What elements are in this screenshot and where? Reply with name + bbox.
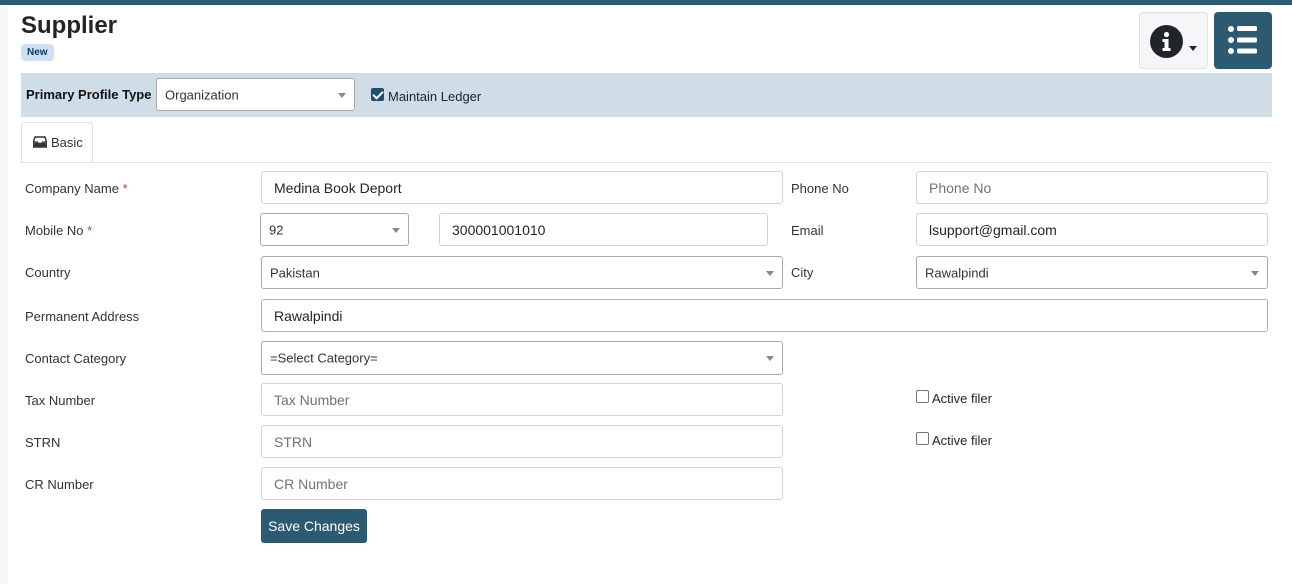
caret-down-icon bbox=[766, 356, 774, 361]
company-name-label: Company Name * bbox=[25, 181, 128, 196]
cr-number-input[interactable] bbox=[261, 467, 783, 500]
caret-down-icon bbox=[1189, 46, 1197, 51]
page-title: Supplier bbox=[21, 12, 118, 39]
contact-category-label: Contact Category bbox=[25, 351, 127, 366]
caret-down-icon bbox=[338, 92, 346, 98]
phone-no-input[interactable] bbox=[916, 171, 1268, 204]
caret-down-icon bbox=[392, 227, 400, 233]
left-gutter bbox=[0, 5, 8, 584]
city-select[interactable]: Rawalpindi bbox=[916, 256, 1268, 289]
strn-active-filer-checkbox[interactable] bbox=[916, 432, 929, 445]
caret-down-icon bbox=[766, 270, 774, 276]
tax-number-label: Tax Number bbox=[25, 393, 96, 408]
city-label: City bbox=[791, 265, 814, 280]
list-view-button[interactable] bbox=[1214, 12, 1272, 69]
tax-active-filer-label: Active filer bbox=[932, 391, 992, 406]
save-changes-button[interactable]: Save Changes bbox=[261, 509, 367, 543]
strn-label: STRN bbox=[25, 435, 61, 450]
inbox-icon bbox=[33, 136, 47, 148]
permanent-address-input[interactable] bbox=[261, 299, 1268, 332]
email-label: Email bbox=[791, 223, 824, 238]
list-icon bbox=[1228, 26, 1257, 54]
phone-no-label: Phone No bbox=[791, 181, 849, 196]
country-select[interactable]: Pakistan bbox=[261, 256, 783, 289]
tab-divider bbox=[21, 162, 1272, 163]
country-label: Country bbox=[25, 265, 71, 280]
maintain-ledger-label: Maintain Ledger bbox=[388, 89, 482, 104]
profile-type-bar: Primary Profile Type Organization Mainta… bbox=[21, 73, 1272, 117]
top-accent-bar bbox=[0, 0, 1292, 5]
maintain-ledger-checkbox[interactable] bbox=[371, 88, 384, 101]
mobile-no-label: Mobile No * bbox=[25, 223, 93, 238]
email-input[interactable] bbox=[916, 213, 1268, 246]
mobile-code-select[interactable]: 92 bbox=[260, 213, 409, 246]
tax-active-filer-checkbox[interactable] bbox=[916, 390, 929, 403]
mobile-no-input[interactable] bbox=[439, 213, 768, 246]
permanent-address-label: Permanent Address bbox=[25, 309, 140, 324]
cr-number-label: CR Number bbox=[25, 477, 94, 492]
tax-number-input[interactable] bbox=[261, 383, 783, 416]
status-badge: New bbox=[21, 44, 54, 61]
contact-category-select[interactable]: =Select Category= bbox=[261, 341, 783, 375]
tab-basic-label: Basic bbox=[51, 135, 83, 150]
strn-active-filer-label: Active filer bbox=[932, 433, 992, 448]
info-circle-icon bbox=[1150, 25, 1183, 58]
company-name-input[interactable] bbox=[261, 171, 783, 204]
profile-type-select[interactable]: Organization bbox=[156, 78, 355, 111]
profile-type-label: Primary Profile Type bbox=[26, 87, 152, 102]
caret-down-icon bbox=[1251, 270, 1259, 276]
strn-input[interactable] bbox=[261, 425, 783, 458]
info-dropdown-button[interactable] bbox=[1139, 12, 1208, 69]
tab-basic[interactable]: Basic bbox=[21, 122, 93, 163]
